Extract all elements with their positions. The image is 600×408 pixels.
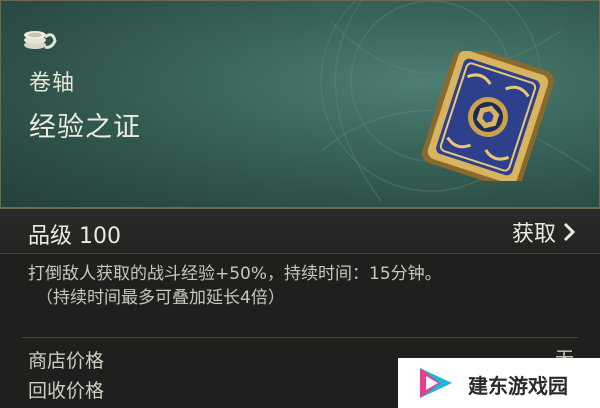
watermark-text: 建东游戏园 (468, 374, 568, 398)
recycle-price-label: 回收价格 (28, 380, 105, 402)
item-grade: 品级 100 (28, 224, 121, 249)
divider (22, 337, 578, 338)
item-category: 卷轴 (29, 71, 76, 96)
item-header: 卷轴 经验之证 (0, 0, 600, 208)
watermark-logo-icon (420, 368, 452, 398)
watermark: 建东游戏园 (398, 358, 600, 408)
description-line-1: 打倒敌人获取的战斗经验+50%，持续时间：15分钟。 (28, 264, 442, 284)
chevron-right-icon (563, 222, 576, 242)
item-name: 经验之证 (29, 112, 141, 143)
scroll-card-art (421, 51, 555, 181)
description-line-2: （持续时间最多可叠加延长4倍） (36, 288, 285, 308)
item-description: 打倒敌人获取的战斗经验+50%，持续时间：15分钟。 （持续时间最多可叠加延长4… (28, 262, 588, 310)
coin-stack-icon (24, 31, 57, 49)
obtain-label: 获取 (511, 222, 556, 247)
item-detail-panel: 卷轴 经验之证 品级 100 获取 打倒敌人获取的战斗经验+50%，持续时间：1… (0, 0, 600, 408)
obtain-button[interactable]: 获取 (512, 215, 576, 249)
shop-price-label: 商店价格 (28, 350, 105, 372)
grade-bar: 品级 100 获取 (0, 208, 600, 254)
